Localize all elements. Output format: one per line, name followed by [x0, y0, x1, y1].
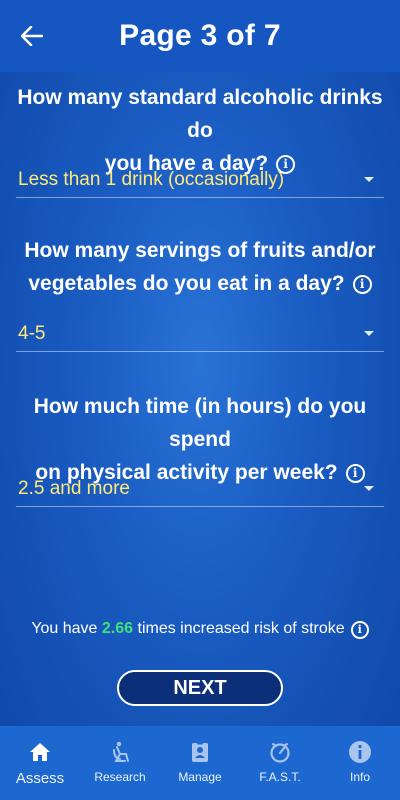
next-button[interactable]: NEXT: [117, 670, 283, 706]
alcohol-select-value: Less than 1 drink (occasionally): [18, 168, 285, 190]
info-circle-icon[interactable]: i: [352, 275, 372, 294]
question-text-line1: How many standard alcoholic drinks do: [17, 86, 383, 142]
question-text-line1: How many servings of fruits and/or: [24, 239, 376, 262]
question-text-line1: How much time (in hours) do you spend: [33, 395, 367, 451]
nav-item-fast[interactable]: F.A.S.T.: [240, 726, 320, 800]
info-icon: [349, 741, 371, 763]
page-title: Page 3 of 7: [119, 19, 281, 52]
physical-activity-select[interactable]: 2.5 and more: [16, 471, 384, 507]
info-circle-icon[interactable]: i: [350, 620, 369, 639]
research-icon: [113, 741, 129, 762]
question-fruits-vegetables: How many servings of fruits and/or veget…: [0, 234, 400, 300]
fruits-vegetables-select-value: 4-5: [18, 322, 46, 344]
nav-item-research[interactable]: Research: [80, 726, 160, 800]
manage-icon: [192, 741, 208, 762]
physical-activity-select-value: 2.5 and more: [18, 477, 130, 499]
risk-value: 2.66: [101, 620, 134, 637]
nav-item-manage[interactable]: Manage: [160, 726, 240, 800]
nav-label: F.A.S.T.: [259, 770, 301, 784]
alcohol-select[interactable]: Less than 1 drink (occasionally): [16, 162, 384, 198]
back-button[interactable]: [10, 14, 54, 58]
app-bar: Page 3 of 7: [0, 0, 400, 72]
arrow-left-icon: [21, 26, 43, 46]
home-icon: [30, 743, 50, 761]
nav-label: Manage: [178, 770, 222, 784]
nav-label: Info: [349, 770, 370, 784]
fast-icon: [270, 743, 290, 763]
bottom-nav: Assess Research Manage F.A.S.T. Info: [0, 726, 400, 800]
dropdown-arrow-icon: [364, 331, 374, 336]
dropdown-arrow-icon: [364, 486, 374, 491]
nav-label: Assess: [15, 770, 65, 787]
risk-summary: You have 2.66 times increased risk of st…: [0, 620, 400, 639]
nav-item-info[interactable]: Info: [320, 726, 400, 800]
question-text-line2: vegetables do you eat in a day? i: [6, 267, 394, 300]
fruits-vegetables-select[interactable]: 4-5: [16, 316, 384, 352]
dropdown-arrow-icon: [364, 177, 374, 182]
nav-label: Research: [94, 770, 146, 784]
nav-item-assess[interactable]: Assess: [0, 726, 80, 800]
